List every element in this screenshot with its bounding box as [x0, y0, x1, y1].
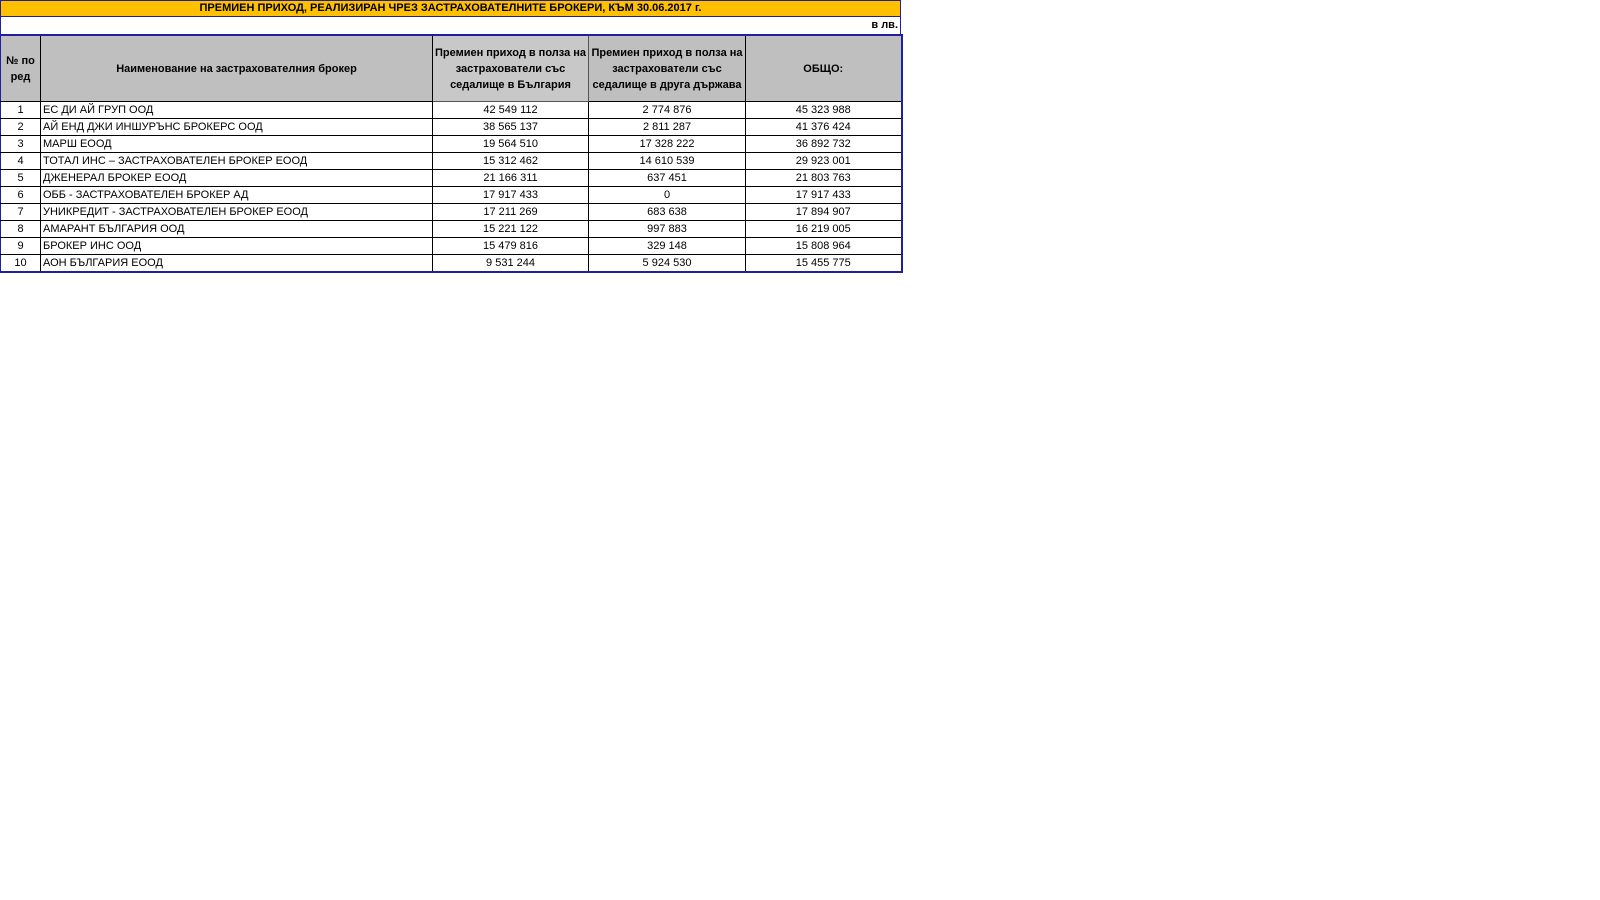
- cell-broker-name[interactable]: УНИКРЕДИТ - ЗАСТРАХОВАТЕЛЕН БРОКЕР ЕООД: [40, 203, 433, 221]
- cell-premium-other-country[interactable]: 683 638: [588, 203, 746, 221]
- sheet-title[interactable]: ПРЕМИЕН ПРИХОД, РЕАЛИЗИРАН ЧРЕЗ ЗАСТРАХО…: [0, 0, 901, 17]
- header-premium-other-country[interactable]: Премиен приход в полза на застрахователи…: [588, 34, 746, 102]
- cell-row-number[interactable]: 8: [0, 220, 41, 238]
- cell-broker-name[interactable]: МАРШ ЕООД: [40, 135, 433, 153]
- cell-broker-name[interactable]: АОН БЪЛГАРИЯ ЕООД: [40, 254, 433, 273]
- table-row: 8 АМАРАНТ БЪЛГАРИЯ ООД 15 221 122 997 883 16…: [0, 220, 903, 238]
- cell-premium-bulgaria[interactable]: 15 479 816: [432, 237, 589, 255]
- header-row: № по ред Наименование на застрахователни…: [0, 34, 903, 102]
- cell-premium-other-country[interactable]: 17 328 222: [588, 135, 746, 153]
- table-row: 3 МАРШ ЕООД 19 564 510 17 328 222 36 892 732: [0, 135, 903, 153]
- cell-total[interactable]: 17 917 433: [745, 186, 903, 204]
- cell-broker-name[interactable]: ЕС ДИ АЙ ГРУП ООД: [40, 101, 433, 119]
- cell-premium-other-country[interactable]: 2 774 876: [588, 101, 746, 119]
- cell-broker-name[interactable]: ТОТАЛ ИНС – ЗАСТРАХОВАТЕЛЕН БРОКЕР ЕООД: [40, 152, 433, 170]
- cell-premium-bulgaria[interactable]: 21 166 311: [432, 169, 589, 187]
- cell-row-number[interactable]: 3: [0, 135, 41, 153]
- cell-row-number[interactable]: 5: [0, 169, 41, 187]
- cell-premium-bulgaria[interactable]: 9 531 244: [432, 254, 589, 273]
- table-row: 9 БРОКЕР ИНС ООД 15 479 816 329 148 15 808 9…: [0, 237, 903, 255]
- cell-total[interactable]: 29 923 001: [745, 152, 903, 170]
- cell-broker-name[interactable]: ОББ - ЗАСТРАХОВАТЕЛЕН БРОКЕР АД: [40, 186, 433, 204]
- cell-premium-bulgaria[interactable]: 17 917 433: [432, 186, 589, 204]
- cell-premium-bulgaria[interactable]: 19 564 510: [432, 135, 589, 153]
- cell-premium-bulgaria[interactable]: 15 221 122: [432, 220, 589, 238]
- cell-premium-other-country[interactable]: 5 924 530: [588, 254, 746, 273]
- cell-premium-other-country[interactable]: 0: [588, 186, 746, 204]
- header-broker-name[interactable]: Наименование на застрахователния брокер: [40, 34, 433, 102]
- cell-premium-other-country[interactable]: 997 883: [588, 220, 746, 238]
- cell-row-number[interactable]: 9: [0, 237, 41, 255]
- cell-total[interactable]: 16 219 005: [745, 220, 903, 238]
- cell-row-number[interactable]: 10: [0, 254, 41, 273]
- cell-row-number[interactable]: 2: [0, 118, 41, 136]
- cell-total[interactable]: 45 323 988: [745, 101, 903, 119]
- cell-total[interactable]: 41 376 424: [745, 118, 903, 136]
- cell-row-number[interactable]: 1: [0, 101, 41, 119]
- cell-broker-name[interactable]: ДЖЕНЕРАЛ БРОКЕР ЕООД: [40, 169, 433, 187]
- cell-broker-name[interactable]: АЙ ЕНД ДЖИ ИНШУРЪНС БРОКЕРС ООД: [40, 118, 433, 136]
- cell-premium-other-country[interactable]: 2 811 287: [588, 118, 746, 136]
- spreadsheet: ПРЕМИЕН ПРИХОД, РЕАЛИЗИРАН ЧРЕЗ ЗАСТРАХО…: [0, 0, 903, 273]
- cell-row-number[interactable]: 7: [0, 203, 41, 221]
- table-row: 5 ДЖЕНЕРАЛ БРОКЕР ЕООД 21 166 311 637 451 21…: [0, 169, 903, 187]
- cell-total[interactable]: 17 894 907: [745, 203, 903, 221]
- unit-label[interactable]: в лв.: [0, 17, 901, 34]
- cell-total[interactable]: 21 803 763: [745, 169, 903, 187]
- table-row: 7 УНИКРЕДИТ - ЗАСТРАХОВАТЕЛЕН БРОКЕР ЕООД…: [0, 203, 903, 221]
- table-row: 10 АОН БЪЛГАРИЯ ЕООД 9 531 244 5 924 530 15 …: [0, 254, 903, 273]
- cell-premium-other-country[interactable]: 637 451: [588, 169, 746, 187]
- table-row: 2 АЙ ЕНД ДЖИ ИНШУРЪНС БРОКЕРС ООД 38 565 1…: [0, 118, 903, 136]
- cell-premium-other-country[interactable]: 329 148: [588, 237, 746, 255]
- header-no[interactable]: № по ред: [0, 34, 41, 102]
- table-row: 6 ОББ - ЗАСТРАХОВАТЕЛЕН БРОКЕР АД 17 917 4…: [0, 186, 903, 204]
- cell-premium-bulgaria[interactable]: 15 312 462: [432, 152, 589, 170]
- cell-premium-bulgaria[interactable]: 42 549 112: [432, 101, 589, 119]
- header-total[interactable]: ОБЩО:: [745, 34, 903, 102]
- cell-premium-bulgaria[interactable]: 38 565 137: [432, 118, 589, 136]
- broker-premium-table: № по ред Наименование на застрахователни…: [0, 34, 903, 273]
- cell-premium-other-country[interactable]: 14 610 539: [588, 152, 746, 170]
- cell-total[interactable]: 15 455 775: [745, 254, 903, 273]
- cell-premium-bulgaria[interactable]: 17 211 269: [432, 203, 589, 221]
- table-row: 1 ЕС ДИ АЙ ГРУП ООД 42 549 112 2 774 876 45 …: [0, 101, 903, 119]
- table-body: 1 ЕС ДИ АЙ ГРУП ООД 42 549 112 2 774 876 45 …: [0, 101, 903, 273]
- cell-total[interactable]: 15 808 964: [745, 237, 903, 255]
- cell-row-number[interactable]: 6: [0, 186, 41, 204]
- cell-total[interactable]: 36 892 732: [745, 135, 903, 153]
- cell-broker-name[interactable]: АМАРАНТ БЪЛГАРИЯ ООД: [40, 220, 433, 238]
- header-premium-bulgaria[interactable]: Премиен приход в полза на застрахователи…: [432, 34, 589, 102]
- table-row: 4 ТОТАЛ ИНС – ЗАСТРАХОВАТЕЛЕН БРОКЕР ЕООД…: [0, 152, 903, 170]
- cell-row-number[interactable]: 4: [0, 152, 41, 170]
- cell-broker-name[interactable]: БРОКЕР ИНС ООД: [40, 237, 433, 255]
